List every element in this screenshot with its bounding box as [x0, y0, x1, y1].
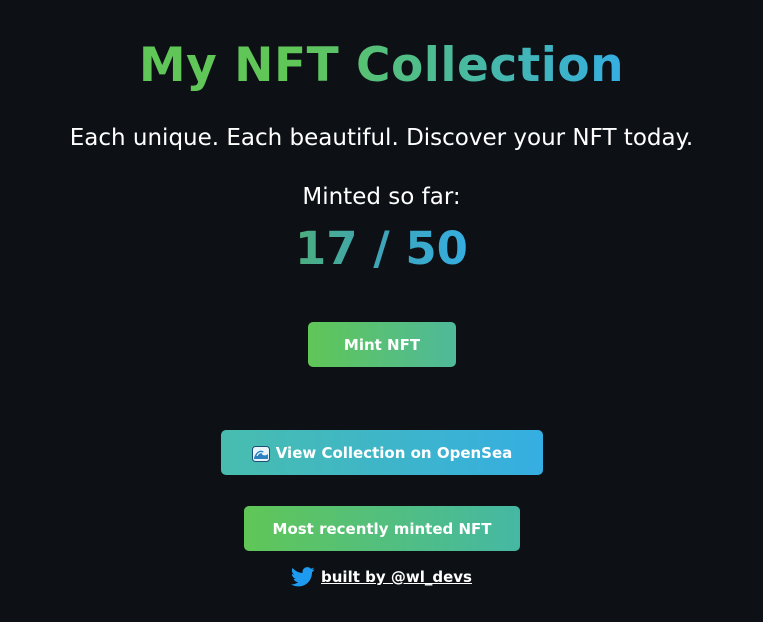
view-opensea-button-label: View Collection on OpenSea [275, 443, 513, 462]
title-text: My NFT Collection [138, 38, 625, 93]
minted-label: Minted so far: [302, 184, 461, 210]
footer: built by @wl_devs [0, 565, 763, 589]
mint-nft-button[interactable]: Mint NFT [308, 322, 456, 367]
minted-count-text: 17 / 50 [294, 222, 468, 275]
page-title: My NFT Collection [0, 36, 763, 96]
twitter-icon [291, 567, 315, 587]
minted-count: 17 / 50 [0, 220, 763, 278]
page: My NFT Collection Each unique. Each beau… [0, 0, 763, 622]
most-recent-nft-button[interactable]: Most recently minted NFT [244, 506, 520, 551]
subtitle: Each unique. Each beautiful. Discover yo… [69, 125, 694, 151]
view-opensea-button[interactable]: View Collection on OpenSea [221, 430, 543, 475]
built-by-link[interactable]: built by @wl_devs [321, 568, 472, 586]
mint-nft-button-label: Mint NFT [343, 335, 421, 354]
wave-icon [251, 445, 270, 462]
most-recent-nft-button-label: Most recently minted NFT [272, 519, 492, 538]
